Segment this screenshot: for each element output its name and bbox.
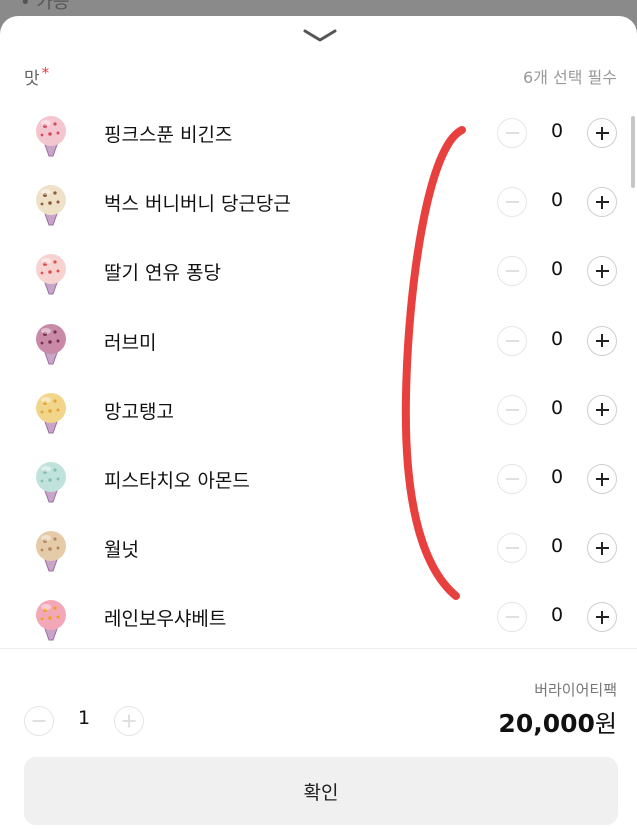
minus-icon	[505, 270, 519, 273]
increment-button[interactable]	[587, 256, 617, 287]
decrement-button[interactable]	[497, 394, 527, 425]
minus-icon	[505, 339, 519, 342]
flavor-name: 레인보우샤베트	[104, 608, 227, 631]
section-title-wrap: 맛 *	[24, 64, 49, 89]
plus-icon-v	[601, 541, 603, 555]
section-header: 맛 * 6개 선택 필수	[24, 64, 617, 89]
flavor-row: 레인보우샤베트 0	[0, 582, 637, 651]
minus-icon	[505, 478, 519, 480]
footer-increment-button[interactable]	[114, 706, 144, 736]
ice-cream-icon	[36, 116, 66, 157]
flavor-row: 딸기 연유 퐁당 0	[0, 236, 637, 305]
flavor-quantity: 0	[550, 327, 564, 350]
flavor-name: 벅스 버니버니 당근당근	[104, 193, 291, 216]
minus-icon	[505, 201, 519, 204]
minus-icon	[505, 547, 519, 550]
minus-icon	[505, 408, 519, 411]
ice-cream-icon	[36, 323, 66, 365]
selection-hint: 6개 선택 필수	[523, 68, 617, 87]
section-title: 맛	[24, 68, 40, 89]
flavor-quantity: 0	[550, 604, 564, 627]
flavor-row: 벅스 버니버니 당근당근 0	[0, 167, 637, 236]
plus-icon-v	[128, 714, 130, 728]
increment-button[interactable]	[587, 325, 617, 356]
flavor-quantity: 0	[550, 189, 564, 212]
flavor-quantity: 0	[550, 466, 564, 488]
ice-cream-icon	[36, 185, 66, 226]
flavor-name: 망고탱고	[104, 400, 174, 423]
increment-button[interactable]	[587, 533, 617, 564]
decrement-button[interactable]	[497, 187, 527, 218]
plus-icon-v	[601, 264, 603, 278]
confirm-button[interactable]: 확인	[24, 757, 618, 825]
flavor-row: 러브미 0	[0, 306, 637, 375]
total-price: 20,000원	[498, 704, 617, 739]
minus-icon	[32, 720, 46, 722]
flavor-name: 월넛	[104, 539, 139, 562]
flavor-name: 딸기 연유 퐁당	[104, 262, 221, 285]
plus-icon-v	[601, 403, 603, 417]
plus-icon-v	[601, 472, 603, 486]
ice-cream-icon	[36, 531, 66, 572]
bottom-sheet: 맛 * 6개 선택 필수 핑크스푼 비긴즈 0 벅스 버니버니 당근당근 0 딸기 연유 …	[0, 16, 637, 829]
flavor-name: 피스타치오 아몬드	[104, 470, 250, 492]
price-currency: 원	[594, 710, 617, 738]
decrement-button[interactable]	[497, 325, 527, 356]
plus-icon-v	[601, 610, 603, 624]
chevron-down-icon[interactable]	[302, 26, 338, 44]
flavor-row: 망고탱고 0	[0, 375, 637, 444]
flavor-quantity: 0	[550, 396, 564, 419]
plus-icon-v	[601, 195, 603, 209]
minus-icon	[505, 616, 519, 619]
order-footer: 1 버라이어티팩 20,000원 확인	[0, 648, 637, 829]
increment-button[interactable]	[587, 602, 617, 633]
increment-button[interactable]	[587, 394, 617, 425]
increment-button[interactable]	[587, 118, 617, 148]
increment-button[interactable]	[587, 464, 617, 494]
plus-icon-v	[601, 126, 603, 140]
ice-cream-icon	[36, 600, 66, 641]
flavor-quantity: 0	[550, 535, 564, 558]
decrement-button[interactable]	[497, 256, 527, 287]
backdrop-text: • 가능	[20, 0, 70, 13]
decrement-button[interactable]	[497, 533, 527, 564]
ice-cream-icon	[36, 392, 66, 434]
required-mark: *	[41, 63, 50, 82]
product-name: 버라이어티팩	[534, 681, 617, 699]
plus-icon-v	[601, 334, 603, 348]
decrement-button[interactable]	[497, 602, 527, 633]
decrement-button[interactable]	[497, 464, 527, 494]
flavor-row: 월넛 0	[0, 513, 637, 582]
ice-cream-icon	[36, 254, 66, 295]
increment-button[interactable]	[587, 187, 617, 218]
footer-decrement-button[interactable]	[24, 706, 54, 736]
decrement-button[interactable]	[497, 118, 527, 148]
flavor-row: 핑크스푼 비긴즈 0	[0, 98, 637, 167]
flavor-quantity: 0	[550, 258, 564, 281]
flavor-name: 러브미	[104, 331, 157, 354]
price-value: 20,000	[498, 709, 595, 738]
footer-quantity: 1	[77, 707, 91, 729]
ice-cream-icon	[36, 462, 66, 503]
flavor-quantity: 0	[550, 120, 564, 142]
flavor-name: 핑크스푼 비긴즈	[104, 124, 233, 146]
flavor-row: 피스타치오 아몬드 0	[0, 444, 637, 513]
minus-icon	[505, 132, 519, 134]
